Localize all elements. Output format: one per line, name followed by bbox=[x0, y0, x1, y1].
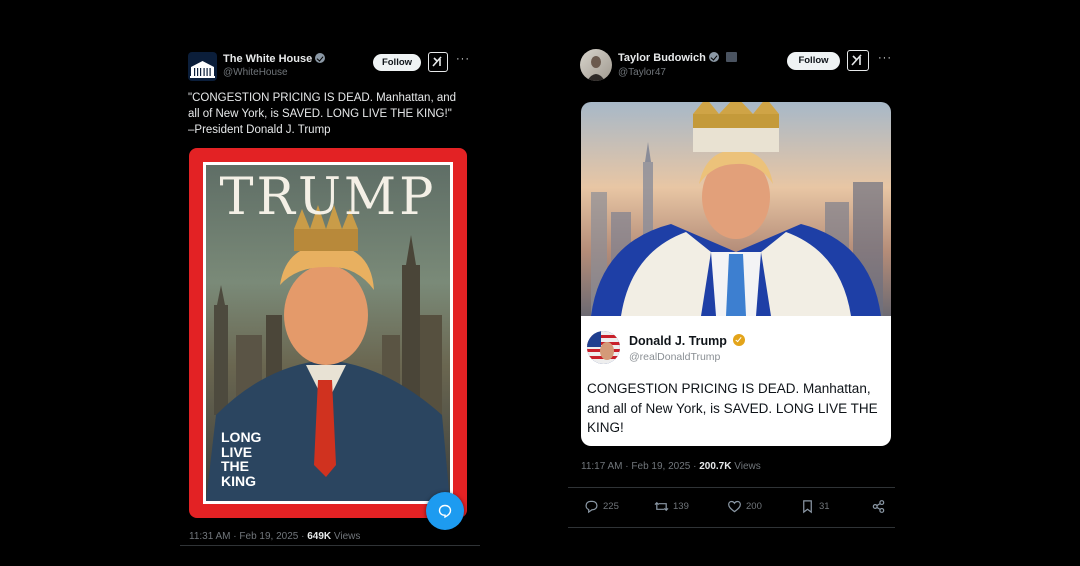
avatar[interactable] bbox=[580, 49, 612, 81]
more-options-icon[interactable]: ··· bbox=[456, 53, 470, 65]
display-name[interactable]: Taylor Budowich bbox=[618, 52, 737, 64]
white-house-icon bbox=[190, 61, 215, 78]
tweet-text: "CONGESTION PRICING IS DEAD. Manhattan, … bbox=[188, 92, 457, 136]
divider bbox=[568, 527, 895, 528]
heart-icon bbox=[728, 500, 741, 513]
view-count: 649K bbox=[307, 531, 332, 542]
cover-title: TRUMP bbox=[219, 168, 437, 227]
tweet-meta: 11:31 AM · Feb 19, 2025 · 649K Views bbox=[189, 531, 361, 542]
tweet-taylor-budowich[interactable]: Taylor Budowich @Taylor47 Follow ··· Don… bbox=[568, 44, 895, 528]
tweet-meta: 11:17 AM · Feb 19, 2025 · 200.7K Views bbox=[581, 461, 761, 472]
display-name[interactable]: The White House bbox=[223, 53, 326, 65]
verified-badge-icon bbox=[733, 334, 746, 346]
repost-icon bbox=[654, 501, 669, 512]
handle[interactable]: @Taylor47 bbox=[618, 67, 666, 78]
bookmark-button[interactable]: 31 bbox=[800, 499, 830, 514]
follow-button[interactable]: Follow bbox=[787, 52, 840, 70]
quoted-post-card[interactable]: Donald J. Trump @realDonaldTrump CONGEST… bbox=[581, 316, 891, 446]
follow-button[interactable]: Follow bbox=[373, 54, 421, 71]
reply-icon bbox=[585, 500, 598, 514]
repost-count: 139 bbox=[673, 501, 689, 512]
tweet-whitehouse[interactable]: The White House @WhiteHouse Follow ··· "… bbox=[180, 46, 480, 546]
magazine-cover-image[interactable]: TRUMP LONG LIVE THE KING bbox=[189, 148, 467, 518]
quoted-display-name[interactable]: Donald J. Trump bbox=[629, 334, 746, 348]
view-count: 200.7K bbox=[699, 461, 732, 472]
avatar[interactable] bbox=[188, 52, 217, 81]
like-button[interactable]: 200 bbox=[727, 499, 762, 514]
flag-portrait-icon bbox=[587, 331, 620, 364]
verified-badge-icon bbox=[315, 53, 326, 63]
repost-button[interactable]: 139 bbox=[654, 499, 689, 514]
bookmark-count: 31 bbox=[819, 501, 830, 512]
more-options-icon[interactable]: ··· bbox=[878, 52, 892, 64]
reply-button[interactable]: 225 bbox=[584, 499, 619, 514]
grok-icon[interactable] bbox=[847, 50, 869, 71]
floating-chat-button[interactable] bbox=[426, 492, 464, 530]
bookmark-icon bbox=[803, 500, 812, 514]
reply-count: 225 bbox=[603, 501, 619, 512]
king-portrait-image[interactable] bbox=[581, 102, 891, 316]
grok-icon[interactable] bbox=[428, 52, 448, 72]
divider bbox=[568, 487, 895, 488]
share-button[interactable] bbox=[871, 499, 886, 514]
chat-bubble-icon bbox=[438, 504, 452, 519]
government-badge-icon bbox=[725, 52, 737, 62]
cover-caption: LONG LIVE THE KING bbox=[221, 429, 262, 489]
quoted-text: CONGESTION PRICING IS DEAD. Manhattan, a… bbox=[587, 381, 878, 435]
avatar[interactable] bbox=[587, 331, 620, 364]
divider bbox=[180, 545, 480, 546]
quoted-handle[interactable]: @realDonaldTrump bbox=[629, 351, 720, 363]
share-icon bbox=[872, 500, 885, 513]
verified-badge-icon bbox=[708, 52, 719, 62]
like-count: 200 bbox=[746, 501, 762, 512]
handle[interactable]: @WhiteHouse bbox=[223, 67, 288, 78]
